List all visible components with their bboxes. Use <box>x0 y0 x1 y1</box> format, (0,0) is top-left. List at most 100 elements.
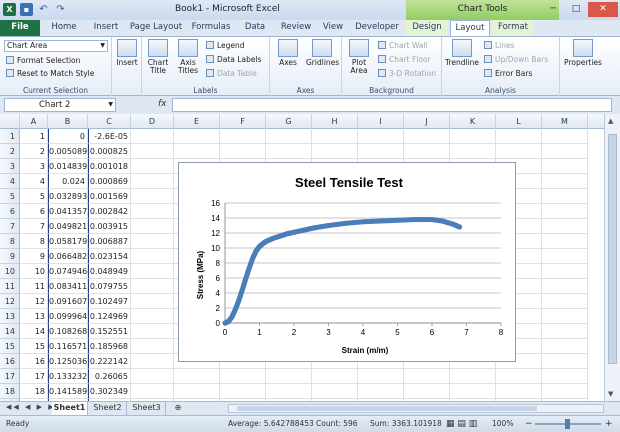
grid-cell[interactable]: 0.116571 <box>48 339 88 354</box>
grid-cell[interactable] <box>131 354 174 369</box>
grid-cell[interactable]: 0.000869 <box>88 174 131 189</box>
sheet-tab-3[interactable]: Sheet3 <box>128 402 166 415</box>
grid-cell[interactable] <box>131 294 174 309</box>
grid-cell[interactable] <box>450 384 496 399</box>
column-header-g[interactable]: G <box>266 114 312 129</box>
grid-cell[interactable] <box>542 369 588 384</box>
select-all-corner[interactable] <box>0 114 20 129</box>
grid-cell[interactable] <box>220 384 266 399</box>
excel-icon[interactable]: X <box>3 3 16 16</box>
grid-cell[interactable]: 0.048949 <box>88 264 131 279</box>
grid-cell[interactable] <box>220 129 266 144</box>
grid-cell[interactable] <box>542 204 588 219</box>
grid-cell[interactable]: 0.058179 <box>48 234 88 249</box>
grid-cell[interactable] <box>220 144 266 159</box>
row-header[interactable]: 10 <box>0 264 20 279</box>
grid-cell[interactable] <box>496 384 542 399</box>
grid-cell[interactable] <box>542 324 588 339</box>
grid-cell[interactable] <box>542 264 588 279</box>
grid-cell[interactable] <box>312 144 358 159</box>
tab-layout[interactable]: Layout <box>450 20 490 36</box>
grid-cell[interactable] <box>358 384 404 399</box>
grid-cell[interactable] <box>131 279 174 294</box>
grid-cell[interactable]: 0.124969 <box>88 309 131 324</box>
grid-cell[interactable]: 0.185968 <box>88 339 131 354</box>
axes-button[interactable]: Axes <box>274 39 302 67</box>
plot-area-button[interactable]: Plot Area <box>345 39 373 75</box>
x-axis-title[interactable]: Strain (m/m) <box>342 346 389 355</box>
grid-cell[interactable] <box>131 144 174 159</box>
sheet-tab-1[interactable]: Sheet1 <box>52 402 88 415</box>
format-selection-button[interactable]: Format Selection <box>6 56 80 65</box>
grid-cell[interactable] <box>542 189 588 204</box>
grid-cell[interactable] <box>131 369 174 384</box>
error-bars-button[interactable]: Error Bars <box>484 69 532 78</box>
column-header-f[interactable]: F <box>220 114 266 129</box>
chart-area[interactable]: Steel Tensile Test 0 2 4 6 8 10 12 14 16 0 1 2 3 4 5 6 7… <box>178 162 516 362</box>
row-header[interactable]: 1 <box>0 129 20 144</box>
grid-cell[interactable] <box>542 384 588 399</box>
horizontal-scrollbar[interactable] <box>228 404 604 413</box>
tab-formulas[interactable]: Formulas <box>188 20 234 36</box>
grid-cell[interactable]: 0.222142 <box>88 354 131 369</box>
grid-cell[interactable]: 6 <box>20 204 48 219</box>
grid-cell[interactable]: 15 <box>20 339 48 354</box>
grid-cell[interactable]: 0.032893 <box>48 189 88 204</box>
grid-cell[interactable] <box>542 219 588 234</box>
grid-cell[interactable]: 1 <box>20 129 48 144</box>
grid-cell[interactable] <box>450 129 496 144</box>
grid-cell[interactable]: 7 <box>20 219 48 234</box>
grid-cell[interactable]: 9 <box>20 249 48 264</box>
normal-view-icon[interactable]: ▦ ▤ ▥ <box>446 416 477 432</box>
grid-cell[interactable] <box>358 369 404 384</box>
grid-cell[interactable] <box>131 249 174 264</box>
grid-cell[interactable] <box>542 129 588 144</box>
tab-developer[interactable]: Developer <box>352 20 402 36</box>
grid-cell[interactable]: 14 <box>20 324 48 339</box>
rotation-button[interactable]: 3-D Rotation <box>378 69 436 78</box>
sheet-tab-2[interactable]: Sheet2 <box>89 402 127 415</box>
grid-cell[interactable] <box>266 129 312 144</box>
grid-cell[interactable]: 12 <box>20 294 48 309</box>
tab-design[interactable]: Design <box>406 20 448 36</box>
row-header[interactable]: 14 <box>0 324 20 339</box>
grid-cell[interactable] <box>131 264 174 279</box>
grid-cell[interactable]: 0.079755 <box>88 279 131 294</box>
formula-input[interactable] <box>172 98 612 112</box>
grid-cell[interactable] <box>312 129 358 144</box>
grid-cell[interactable] <box>174 384 220 399</box>
undo-icon[interactable]: ↶ <box>37 3 50 16</box>
column-header-e[interactable]: E <box>174 114 220 129</box>
grid-cell[interactable]: 0.049821 <box>48 219 88 234</box>
grid-cell[interactable] <box>404 144 450 159</box>
grid-cell[interactable] <box>131 309 174 324</box>
row-header[interactable]: 5 <box>0 189 20 204</box>
maximize-button[interactable]: □ <box>565 2 587 17</box>
grid-cell[interactable] <box>542 159 588 174</box>
grid-cell[interactable] <box>542 309 588 324</box>
grid-cell[interactable]: 0.066482 <box>48 249 88 264</box>
grid-cell[interactable] <box>220 369 266 384</box>
grid-cell[interactable] <box>131 219 174 234</box>
trendline-button[interactable]: Trendline <box>444 39 480 67</box>
grid-cell[interactable] <box>266 144 312 159</box>
grid-cell[interactable]: 2 <box>20 144 48 159</box>
data-labels-button[interactable]: Data Labels <box>206 55 261 64</box>
grid-cell[interactable]: 0.099964 <box>48 309 88 324</box>
grid-cell[interactable]: 0 <box>48 129 88 144</box>
tab-home[interactable]: Home <box>44 20 84 36</box>
grid-cell[interactable] <box>404 369 450 384</box>
grid-cell[interactable] <box>358 129 404 144</box>
tab-format[interactable]: Format <box>492 20 534 36</box>
column-header-h[interactable]: H <box>312 114 358 129</box>
chart-floor-button[interactable]: Chart Floor <box>378 55 431 64</box>
data-point[interactable] <box>457 224 463 230</box>
minimize-button[interactable]: ─ <box>542 2 564 17</box>
grid-cell[interactable]: 0.041357 <box>48 204 88 219</box>
grid-cell[interactable]: 0.003915 <box>88 219 131 234</box>
data-table-button[interactable]: Data Table <box>206 69 257 78</box>
row-header[interactable]: 8 <box>0 234 20 249</box>
chart-elements-dropdown[interactable]: Chart Area ▼ <box>4 40 108 52</box>
grid-cell[interactable]: 0.001018 <box>88 159 131 174</box>
grid-cell[interactable] <box>174 369 220 384</box>
